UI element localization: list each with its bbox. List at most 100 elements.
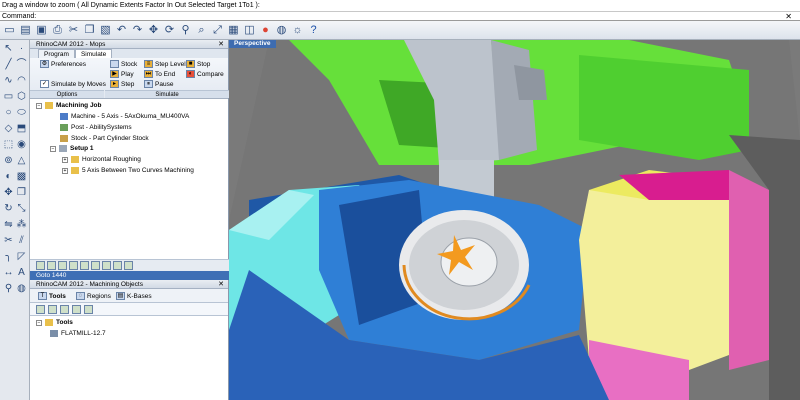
collapse-icon[interactable]: − [36, 319, 42, 326]
sim-icon-1[interactable] [36, 261, 45, 270]
close-icon[interactable]: ✕ [785, 12, 792, 21]
polygon-icon[interactable]: ⬡ [15, 90, 28, 103]
move-icon[interactable]: ✥ [2, 186, 15, 199]
text-icon[interactable]: A [15, 266, 28, 279]
tree-item-setup[interactable]: − Setup 1 [50, 145, 93, 152]
sim-icon-8[interactable] [113, 261, 122, 270]
grid-icon[interactable]: ▦ [226, 23, 241, 38]
sim-icon-2[interactable] [47, 261, 56, 270]
sim-icon-9[interactable] [124, 261, 133, 270]
tab-kbases[interactable]: ▤ K-Bases [116, 292, 152, 300]
tree-item-machine[interactable]: Machine - 5 Axis - 5AxOkuma_MU400VA [60, 113, 189, 120]
dimension-icon[interactable]: ↔ [2, 266, 15, 279]
arc-icon[interactable]: ◠ [15, 74, 28, 87]
pan-icon[interactable]: ✥ [146, 23, 161, 38]
curve-icon[interactable]: ∿ [2, 74, 15, 87]
tree-item-stock[interactable]: Stock - Part Cylinder Stock [60, 135, 149, 142]
sim-icon-7[interactable] [102, 261, 111, 270]
undo-icon[interactable]: ↶ [114, 23, 129, 38]
step-levels-button[interactable]: ≡ Step Levels [144, 60, 189, 68]
tab-regions[interactable]: ◌ Regions [76, 292, 111, 300]
rectangle-icon[interactable]: ▭ [2, 90, 15, 103]
extrude-icon[interactable]: ⬒ [15, 122, 28, 135]
polyline-icon[interactable]: ⌒ [15, 58, 28, 71]
preferences-button[interactable]: ⚙ Preferences [40, 60, 86, 68]
sim-icon-3[interactable] [58, 261, 67, 270]
cone-icon[interactable]: △ [15, 154, 28, 167]
layer-icon[interactable]: ◫ [242, 23, 257, 38]
tree-item-tools[interactable]: − Tools [36, 319, 73, 326]
sim-icon-4[interactable] [69, 261, 78, 270]
tree-item-horizontal-roughing[interactable]: + Horizontal Roughing [62, 156, 141, 163]
mesh-icon[interactable]: ▩ [15, 170, 28, 183]
array-icon[interactable]: ⁂ [15, 218, 28, 231]
new-icon[interactable]: ▭ [2, 23, 17, 38]
select-icon[interactable]: ↖ [2, 42, 15, 55]
copy-icon[interactable]: ❐ [82, 23, 97, 38]
expand-icon[interactable]: + [62, 156, 68, 163]
compare-button[interactable]: ◐ Compare [186, 70, 224, 78]
color-icon[interactable]: ● [258, 23, 273, 38]
render-icon[interactable]: ◍ [274, 23, 289, 38]
scale-icon[interactable]: ⤡ [15, 202, 28, 215]
tool-icon-4[interactable] [72, 305, 81, 314]
perspective-viewport[interactable]: Perspective [229, 40, 800, 400]
sim-icon-5[interactable] [80, 261, 89, 270]
cylinder-icon[interactable]: ⊚ [2, 154, 15, 167]
pin-icon[interactable]: ✕ [218, 280, 224, 289]
zoom-icon[interactable]: ⚲ [178, 23, 193, 38]
copy-object-icon[interactable]: ❐ [15, 186, 28, 199]
circle-icon[interactable]: ○ [2, 106, 15, 119]
surface-icon[interactable]: ◇ [2, 122, 15, 135]
command-line[interactable]: Command: ✕ [0, 11, 800, 21]
print-icon[interactable]: ⎙ [50, 23, 65, 38]
box-icon[interactable]: ⬚ [2, 138, 15, 151]
stock-button[interactable]: Stock [110, 60, 137, 68]
to-end-button[interactable]: ⏭ To End [144, 70, 175, 78]
viewport-title[interactable]: Perspective [229, 40, 276, 48]
collapse-icon[interactable]: − [50, 145, 56, 152]
collapse-icon[interactable]: − [36, 102, 42, 109]
tab-simulate[interactable]: Simulate [74, 49, 113, 58]
redo-icon[interactable]: ↷ [130, 23, 145, 38]
tree-item-flatmill[interactable]: FLATMILL-12.7 [50, 330, 106, 337]
tool-icon-1[interactable] [36, 305, 45, 314]
mirror-icon[interactable]: ⇋ [2, 218, 15, 231]
trim-icon[interactable]: ✂ [2, 234, 15, 247]
zoom-extents-icon[interactable]: ⤢ [210, 23, 225, 38]
save-icon[interactable]: ▣ [34, 23, 49, 38]
analyze-icon[interactable]: ⚲ [2, 282, 15, 295]
tab-program[interactable]: Program [38, 49, 75, 58]
rotate-icon[interactable]: ⟳ [162, 23, 177, 38]
lights-icon[interactable]: ☼ [290, 23, 305, 38]
fillet-icon[interactable]: ╮ [2, 250, 15, 263]
render-tool-icon[interactable]: ◍ [15, 282, 28, 295]
pin-icon[interactable]: ✕ [218, 40, 224, 49]
cut-icon[interactable]: ✂ [66, 23, 81, 38]
tool-icon-3[interactable] [60, 305, 69, 314]
sim-icon-6[interactable] [91, 261, 100, 270]
rotate-object-icon[interactable]: ↻ [2, 202, 15, 215]
pause-button[interactable]: ⏸ Pause [144, 80, 173, 88]
chamfer-icon[interactable]: ◸ [15, 250, 28, 263]
paste-icon[interactable]: ▧ [98, 23, 113, 38]
open-icon[interactable]: ▤ [18, 23, 33, 38]
simulate-by-moves-checkbox[interactable]: ✓ Simulate by Moves [40, 80, 106, 88]
tree-item-post[interactable]: Post - AbilitySystems [60, 124, 132, 131]
stop-button[interactable]: ■ Stop [186, 60, 210, 68]
line-icon[interactable]: ╱ [2, 58, 15, 71]
tool-icon-2[interactable] [48, 305, 57, 314]
boolean-icon[interactable]: ◐ [2, 170, 15, 183]
step-button[interactable]: ▸ Step [110, 80, 134, 88]
expand-icon[interactable]: + [62, 167, 68, 174]
tab-tools[interactable]: T Tools [38, 292, 66, 300]
tree-item-machining-job[interactable]: − Machining Job [36, 102, 102, 109]
tool-icon-5[interactable] [84, 305, 93, 314]
zoom-window-icon[interactable]: ⌕ [194, 23, 209, 38]
help-icon[interactable]: ? [306, 23, 321, 38]
split-icon[interactable]: ⫽ [15, 234, 28, 247]
point-icon[interactable]: · [15, 42, 28, 55]
play-button[interactable]: ▶ Play [110, 70, 134, 78]
tree-item-5axis-machining[interactable]: + 5 Axis Between Two Curves Machining [62, 167, 194, 174]
ellipse-icon[interactable]: ⬭ [15, 106, 28, 119]
